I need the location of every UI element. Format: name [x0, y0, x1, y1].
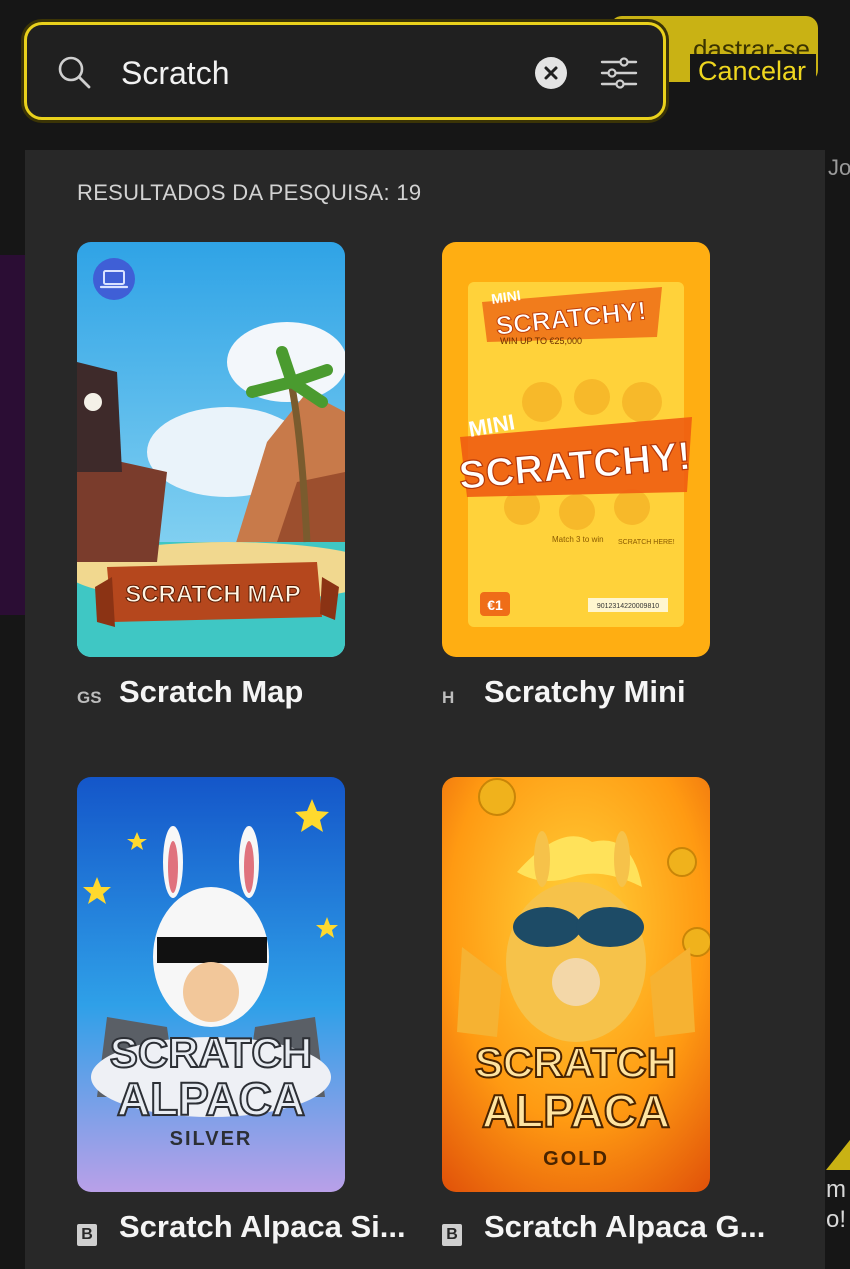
thumb-text: €1 — [487, 597, 503, 613]
background-partial-text-bottom: m o! — [826, 1176, 847, 1233]
provider-logo-b: B — [77, 1224, 97, 1246]
game-title[interactable]: Scratch Alpaca Si... — [119, 1209, 406, 1245]
desktop-badge — [93, 258, 135, 300]
search-icon — [58, 56, 91, 89]
thumb-text: SCRATCH HERE! — [618, 539, 675, 546]
background-banner-edge — [0, 255, 25, 615]
thumb-text: SCRATCH MAP — [125, 581, 301, 608]
thumb-text: 9012314220009810 — [597, 603, 659, 610]
background-right-strip — [826, 150, 850, 1269]
provider-logo-b: B — [442, 1224, 462, 1246]
thumb-text: SCRATCH — [110, 1029, 312, 1076]
results-heading: RESULTADOS DA PESQUISA: 19 — [77, 180, 422, 205]
thumb-text: WIN UP TO €25,000 — [500, 336, 582, 346]
background-partial-shape — [826, 1140, 850, 1170]
game-thumbnail[interactable]: SCRATCH ALPACA GOLD — [442, 777, 710, 1192]
game-thumbnail[interactable]: SCRATCH ALPACA SILVER — [77, 777, 345, 1192]
search-results-panel: RESULTADOS DA PESQUISA: 19 SCRATCH MAP G… — [25, 150, 825, 1269]
sliders-icon[interactable] — [599, 53, 639, 93]
search-input[interactable] — [119, 47, 523, 99]
game-thumbnail[interactable]: SCRATCH MAP — [77, 242, 345, 657]
provider-logo-gs: GS — [77, 688, 102, 707]
thumb-text: GOLD — [543, 1148, 609, 1170]
cancel-link[interactable]: Cancelar — [690, 54, 817, 91]
game-thumbnail[interactable]: MINI SCRATCHY! WIN UP TO €25,000 MINI SC… — [442, 242, 710, 657]
desktop-icon — [99, 270, 129, 289]
thumb-text: ALPACA — [117, 1073, 305, 1125]
background-partial-text: Jo — [828, 155, 850, 180]
thumb-text: Match 3 to win — [552, 535, 604, 544]
game-title[interactable]: Scratchy Mini — [484, 674, 686, 710]
thumb-text: SCRATCH — [475, 1039, 677, 1086]
clear-circle-icon — [544, 66, 558, 80]
thumb-text: SILVER — [170, 1128, 253, 1150]
search-bar — [24, 22, 666, 120]
game-title[interactable]: Scratch Alpaca G... — [484, 1209, 765, 1245]
thumb-text: ALPACA — [482, 1085, 670, 1137]
game-title[interactable]: Scratch Map — [119, 674, 303, 710]
provider-logo-h: H — [442, 688, 455, 707]
clear-search-button[interactable] — [535, 57, 567, 89]
